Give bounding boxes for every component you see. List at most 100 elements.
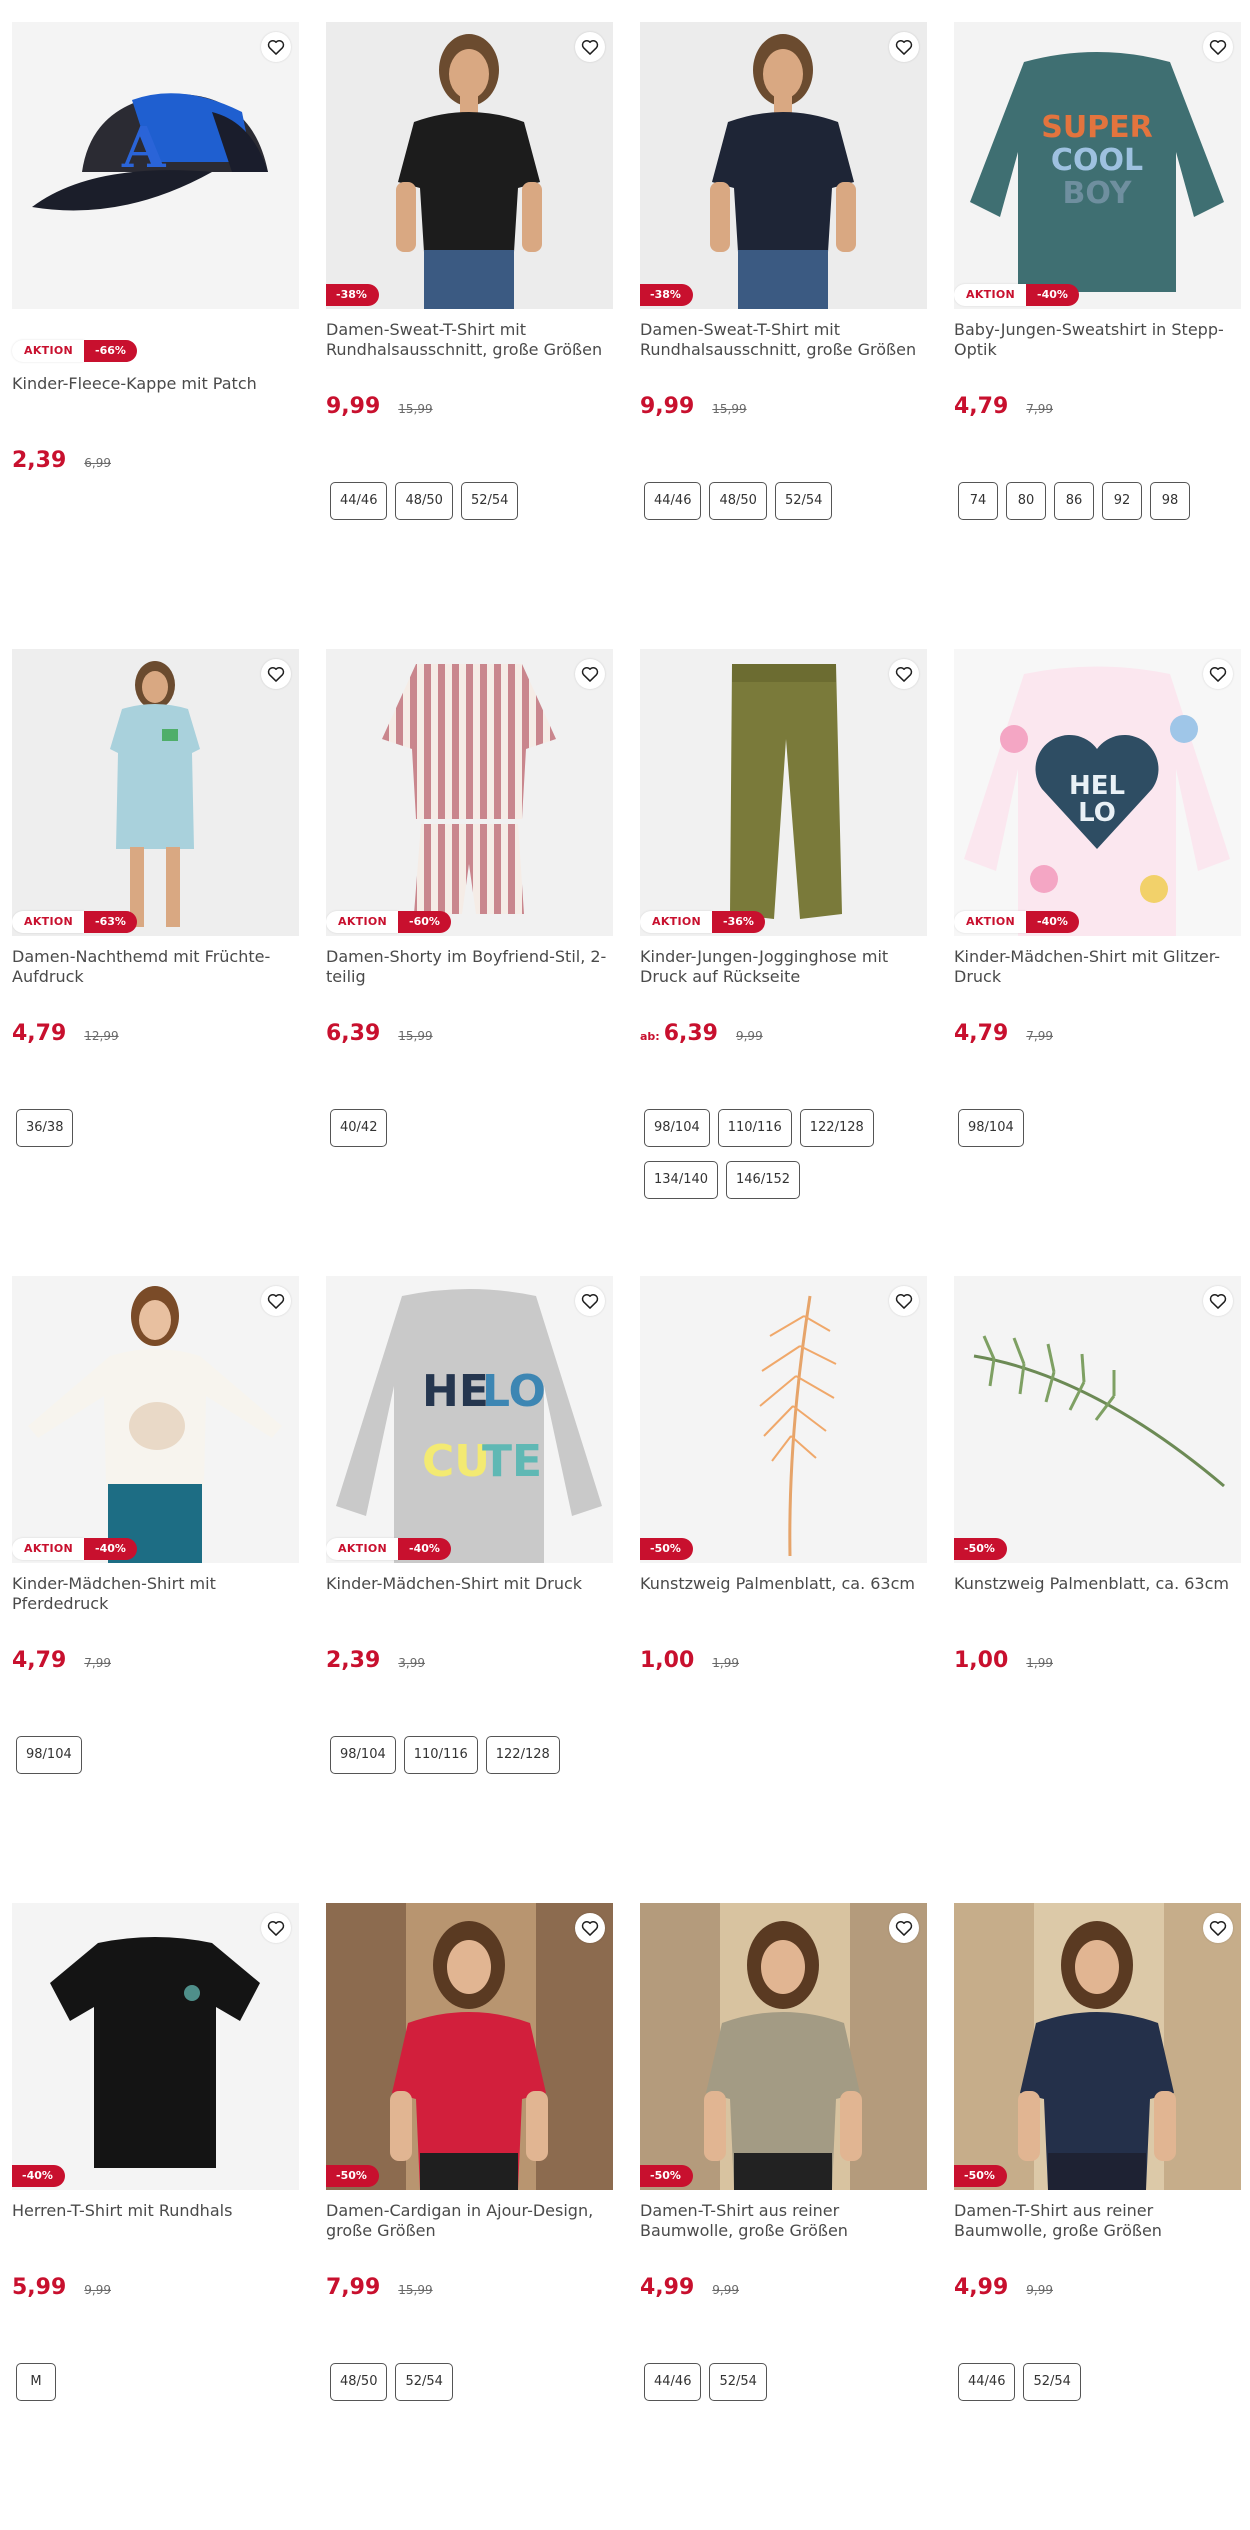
product-image[interactable]: -38% [326, 22, 613, 309]
product-card[interactable]: -50% Damen-T-Shirt aus reiner Baumwolle,… [640, 1903, 927, 2530]
product-image[interactable]: -38% [640, 22, 927, 309]
product-title[interactable]: Damen-T-Shirt aus reiner Baumwolle, groß… [954, 2201, 1241, 2241]
size-option-button[interactable]: 122/128 [485, 1736, 560, 1774]
size-option-button[interactable]: 92 [1102, 482, 1142, 520]
size-option-button[interactable]: M [16, 2363, 56, 2401]
size-option-button[interactable]: 110/116 [403, 1736, 478, 1774]
size-option-button[interactable]: 98/104 [958, 1109, 1024, 1147]
product-card[interactable]: AKTION -36% Kinder-Jungen-Jogginghose mi… [640, 649, 927, 1276]
product-image[interactable]: -50% [326, 1903, 613, 2190]
size-option-button[interactable]: 74 [958, 482, 998, 520]
svg-text:HE: HE [422, 1366, 489, 1417]
size-option-button[interactable]: 40/42 [330, 1109, 388, 1147]
promo-badges: -50% [954, 2165, 1007, 2187]
size-option-button[interactable]: 44/46 [958, 2363, 1016, 2401]
product-image[interactable]: HE LO CU TE AKTION -40% [326, 1276, 613, 1563]
size-option-button[interactable]: 134/140 [644, 1161, 719, 1199]
product-title[interactable]: Damen-T-Shirt aus reiner Baumwolle, groß… [640, 2201, 927, 2241]
size-option-button[interactable]: 122/128 [799, 1109, 874, 1147]
product-card[interactable]: AKTION -40% Kinder-Mädchen-Shirt mit Pfe… [12, 1276, 299, 1903]
product-title[interactable]: Damen-Sweat-T-Shirt mit Rundhalsausschni… [326, 320, 613, 360]
product-image[interactable]: A [12, 22, 299, 309]
product-image[interactable]: -50% [640, 1903, 927, 2190]
product-image[interactable]: AKTION -63% [12, 649, 299, 936]
product-card[interactable]: -50% Damen-T-Shirt aus reiner Baumwolle,… [954, 1903, 1241, 2530]
product-card[interactable]: -50% Kunstzweig Palmenblatt, ca. 63cm 1,… [954, 1276, 1241, 1903]
size-option-button[interactable]: 110/116 [717, 1109, 792, 1147]
product-image[interactable]: -40% [12, 1903, 299, 2190]
favorite-heart-icon[interactable] [1203, 1913, 1233, 1943]
size-option-button[interactable]: 98/104 [16, 1736, 82, 1774]
favorite-heart-icon[interactable] [889, 659, 919, 689]
product-title[interactable]: Damen-Sweat-T-Shirt mit Rundhalsausschni… [640, 320, 927, 360]
product-card[interactable]: SUPER COOL BOY AKTION -40% Baby-Jungen-S… [954, 22, 1241, 649]
product-title[interactable]: Damen-Shorty im Boyfriend-Stil, 2-teilig [326, 947, 613, 987]
favorite-heart-icon[interactable] [1203, 659, 1233, 689]
product-image[interactable]: -50% [954, 1276, 1241, 1563]
favorite-heart-icon[interactable] [889, 1286, 919, 1316]
product-card[interactable]: -38% Damen-Sweat-T-Shirt mit Rundhalsaus… [640, 22, 927, 649]
product-title[interactable]: Damen-Nachthemd mit Früchte-Aufdruck [12, 947, 299, 987]
size-option-button[interactable]: 48/50 [395, 482, 453, 520]
product-title[interactable]: Baby-Jungen-Sweatshirt in Stepp-Optik [954, 320, 1241, 360]
product-card[interactable]: HEL LO AKTION -40% Kinder-Mädchen-Shirt … [954, 649, 1241, 1276]
product-image[interactable]: AKTION -40% [12, 1276, 299, 1563]
favorite-heart-icon[interactable] [889, 32, 919, 62]
product-card[interactable]: A AKTION -66% Kinder-Fleece-Kappe mit Pa… [12, 22, 299, 649]
favorite-heart-icon[interactable] [575, 1913, 605, 1943]
product-title[interactable]: Kinder-Mädchen-Shirt mit Druck [326, 1574, 613, 1594]
size-option-button[interactable]: 52/54 [460, 482, 519, 520]
size-option-button[interactable]: 80 [1006, 482, 1046, 520]
size-option-button[interactable]: 86 [1054, 482, 1094, 520]
product-card[interactable]: -40% Herren-T-Shirt mit Rundhals 5,99 9,… [12, 1903, 299, 2530]
favorite-heart-icon[interactable] [261, 1913, 291, 1943]
product-image[interactable]: HEL LO AKTION -40% [954, 649, 1241, 936]
size-options: 98/104 [16, 1736, 296, 1774]
favorite-heart-icon[interactable] [889, 1913, 919, 1943]
size-option-button[interactable]: 36/38 [16, 1109, 74, 1147]
favorite-heart-icon[interactable] [261, 659, 291, 689]
price-row: 1,00 1,99 [640, 1648, 739, 1673]
product-title[interactable]: Kinder-Jungen-Jogginghose mit Druck auf … [640, 947, 927, 987]
favorite-heart-icon[interactable] [575, 1286, 605, 1316]
product-title[interactable]: Herren-T-Shirt mit Rundhals [12, 2201, 299, 2221]
favorite-heart-icon[interactable] [261, 32, 291, 62]
product-title[interactable]: Kinder-Mädchen-Shirt mit Pferdedruck [12, 1574, 299, 1614]
size-option-button[interactable]: 44/46 [644, 2363, 702, 2401]
size-option-button[interactable]: 98/104 [330, 1736, 396, 1774]
product-card[interactable]: -50% Kunstzweig Palmenblatt, ca. 63cm 1,… [640, 1276, 927, 1903]
product-image[interactable]: -50% [640, 1276, 927, 1563]
size-option-button[interactable]: 146/152 [726, 1161, 801, 1199]
size-option-button[interactable]: 52/54 [1023, 2363, 1081, 2401]
product-title[interactable]: Kinder-Fleece-Kappe mit Patch [12, 374, 299, 394]
favorite-heart-icon[interactable] [1203, 32, 1233, 62]
product-title[interactable]: Kunstzweig Palmenblatt, ca. 63cm [954, 1574, 1241, 1594]
product-card[interactable]: AKTION -60% Damen-Shorty im Boyfriend-St… [326, 649, 613, 1276]
product-image[interactable]: AKTION -36% [640, 649, 927, 936]
size-option-button[interactable]: 52/54 [395, 2363, 453, 2401]
size-option-button[interactable]: 52/54 [774, 482, 833, 520]
size-option-button[interactable]: 52/54 [709, 2363, 767, 2401]
size-options: 74 80 86 92 98 [958, 482, 1238, 520]
favorite-heart-icon[interactable] [261, 1286, 291, 1316]
product-card[interactable]: HE LO CU TE AKTION -40% Kinder-Mädchen-S… [326, 1276, 613, 1903]
size-option-button[interactable]: 98/104 [644, 1109, 710, 1147]
product-title[interactable]: Damen-Cardigan in Ajour-Design, große Gr… [326, 2201, 613, 2241]
favorite-heart-icon[interactable] [1203, 1286, 1233, 1316]
size-option-button[interactable]: 98 [1150, 482, 1190, 520]
product-title[interactable]: Kunstzweig Palmenblatt, ca. 63cm [640, 1574, 927, 1594]
product-card[interactable]: -38% Damen-Sweat-T-Shirt mit Rundhalsaus… [326, 22, 613, 649]
size-option-button[interactable]: 48/50 [330, 2363, 388, 2401]
favorite-heart-icon[interactable] [575, 659, 605, 689]
favorite-heart-icon[interactable] [575, 32, 605, 62]
svg-text:A: A [121, 115, 167, 181]
size-option-button[interactable]: 48/50 [709, 482, 767, 520]
product-image[interactable]: -50% [954, 1903, 1241, 2190]
product-title[interactable]: Kinder-Mädchen-Shirt mit Glitzer-Druck [954, 947, 1241, 987]
size-option-button[interactable]: 44/46 [330, 482, 388, 520]
product-card[interactable]: -50% Damen-Cardigan in Ajour-Design, gro… [326, 1903, 613, 2530]
product-card[interactable]: AKTION -63% Damen-Nachthemd mit Früchte-… [12, 649, 299, 1276]
product-image[interactable]: AKTION -60% [326, 649, 613, 936]
size-option-button[interactable]: 44/46 [644, 482, 702, 520]
product-image[interactable]: SUPER COOL BOY AKTION -40% [954, 22, 1241, 309]
